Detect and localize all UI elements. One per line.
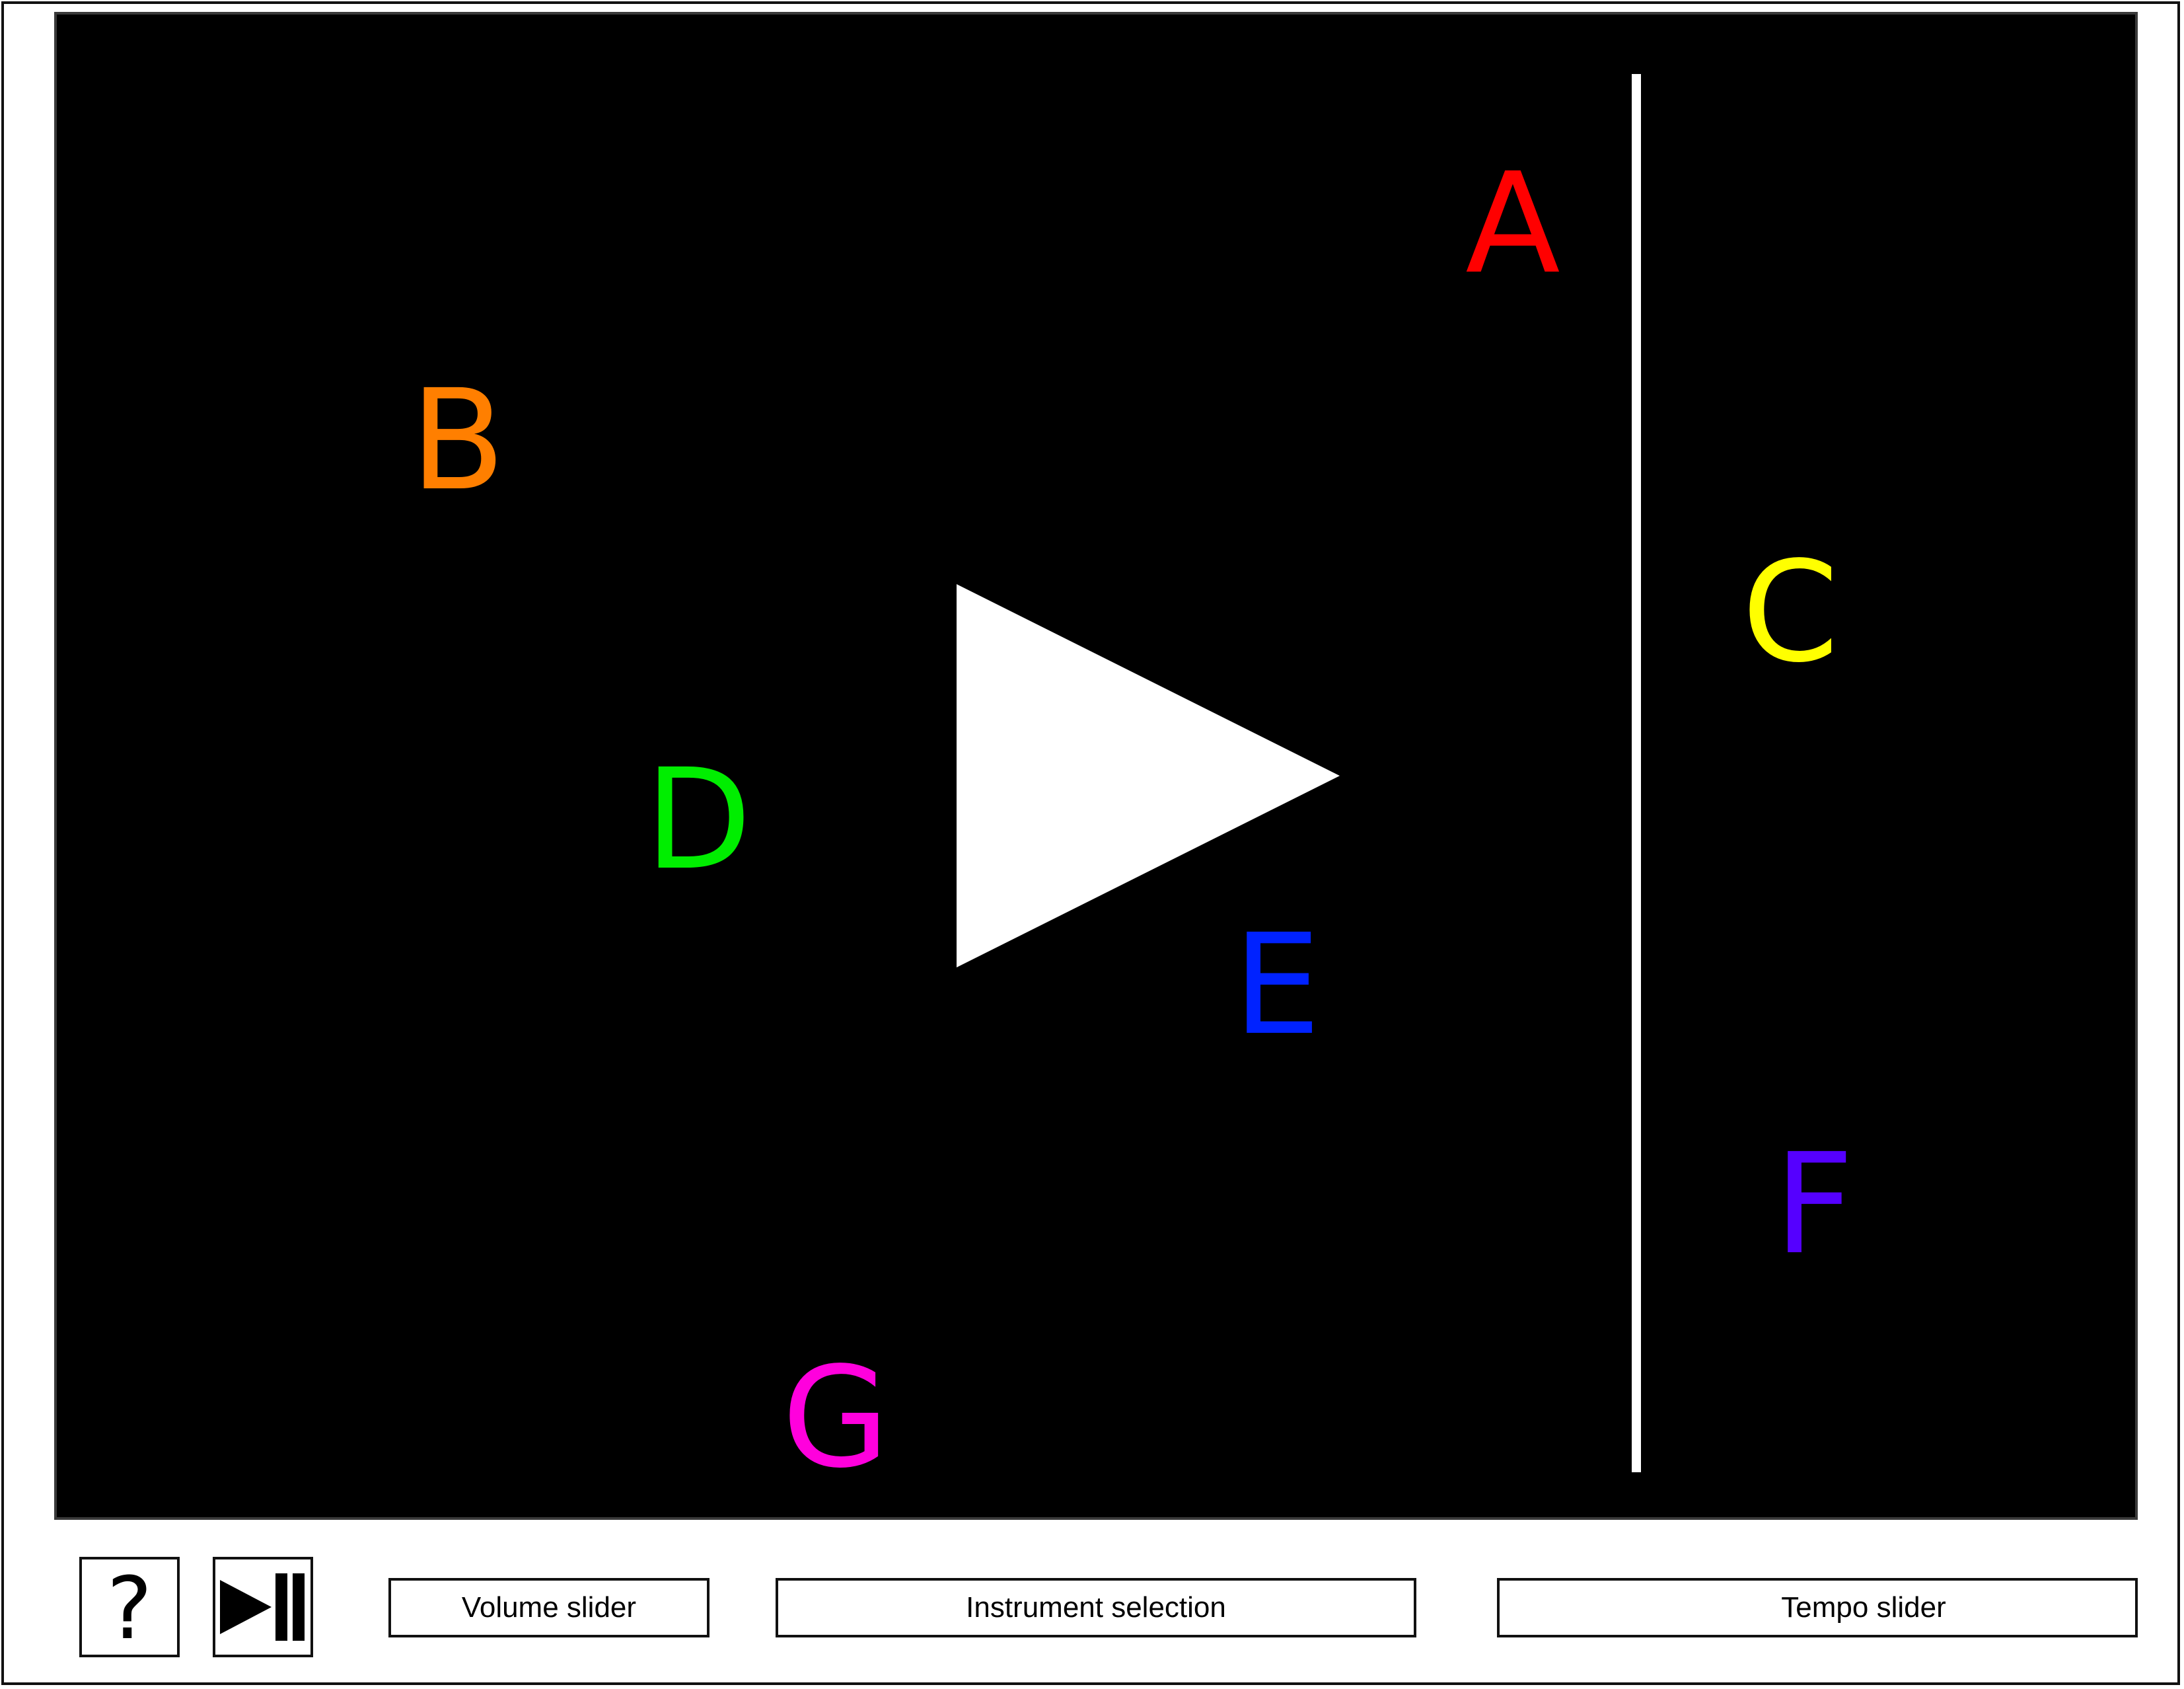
play-pause-button[interactable]	[213, 1557, 313, 1657]
note-d: D	[645, 739, 752, 901]
volume-slider[interactable]: Volume slider	[388, 1578, 710, 1637]
note-b: B	[410, 359, 506, 521]
tempo-slider[interactable]: Tempo slider	[1497, 1578, 2138, 1637]
instrument-selection[interactable]: Instrument selection	[776, 1578, 1416, 1637]
note-f: F	[1774, 1123, 1854, 1285]
instrument-selection-label: Instrument selection	[966, 1591, 1226, 1624]
svg-text:?: ?	[107, 1564, 153, 1650]
playhead-line	[1632, 74, 1641, 1472]
note-g: G	[782, 1337, 890, 1499]
question-mark-icon: ?	[107, 1564, 153, 1650]
play-pause-icon	[220, 1573, 305, 1641]
note-a: A	[1465, 143, 1560, 305]
volume-slider-label: Volume slider	[461, 1591, 637, 1624]
visual-stage[interactable]	[54, 12, 2138, 1520]
app-window: A B C D E F G ? Volume slider Instrument…	[1, 1, 2180, 1685]
help-button[interactable]: ?	[79, 1557, 180, 1657]
note-e: E	[1233, 904, 1321, 1066]
note-c: C	[1741, 531, 1839, 693]
tempo-slider-label: Tempo slider	[1781, 1591, 1946, 1624]
